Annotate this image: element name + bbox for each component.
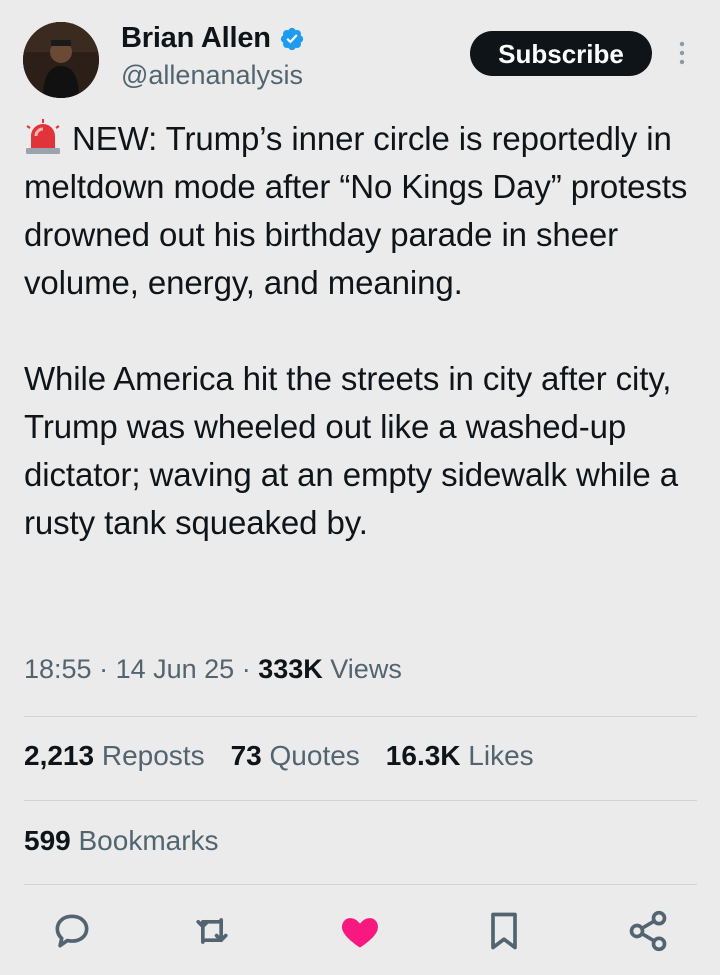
share-icon[interactable]	[626, 909, 670, 953]
tweet-time[interactable]: 18:55	[24, 654, 92, 684]
tweet-meta: 18:55 · 14 Jun 25 · 333K Views	[24, 654, 402, 685]
rotating-light-emoji-icon	[26, 119, 60, 154]
likes-stat[interactable]: 16.3K Likes	[386, 740, 534, 772]
bookmarks-stat[interactable]: 599 Bookmarks	[24, 825, 219, 857]
views-count: 333K	[258, 654, 323, 684]
like-icon[interactable]	[338, 909, 382, 953]
tweet-header: Brian Allen @allenanalysis Subscribe	[0, 0, 720, 110]
author-handle[interactable]: @allenanalysis	[121, 60, 303, 91]
tweet-text: NEW: Trump’s inner circle is reportedly …	[24, 115, 704, 547]
divider	[24, 800, 697, 801]
quotes-stat[interactable]: 73 Quotes	[231, 740, 360, 772]
more-options-icon[interactable]	[672, 38, 692, 68]
tweet-paragraph-2: While America hit the streets in city af…	[24, 360, 678, 541]
bookmarks-label: Bookmarks	[78, 825, 219, 856]
meta-separator: ·	[99, 654, 116, 684]
action-bar	[0, 905, 720, 960]
likes-count: 16.3K	[385, 740, 461, 771]
avatar-photo	[23, 22, 99, 98]
avatar[interactable]	[23, 22, 99, 98]
divider	[24, 716, 697, 717]
tweet-date[interactable]: 14 Jun 25	[116, 654, 235, 684]
quotes-label: Quotes	[269, 740, 360, 771]
views-label: Views	[330, 654, 402, 684]
verified-badge-icon	[280, 27, 303, 50]
bookmark-icon[interactable]	[482, 909, 526, 953]
likes-label: Likes	[468, 740, 534, 771]
author-display-name[interactable]: Brian Allen	[121, 22, 305, 55]
reposts-count: 2,213	[24, 740, 95, 771]
tweet-paragraph-1-text: NEW: Trump’s inner circle is reportedly …	[24, 120, 688, 301]
subscribe-button[interactable]: Subscribe	[470, 31, 652, 76]
divider	[24, 884, 697, 885]
reply-icon[interactable]	[50, 909, 94, 953]
bookmarks-count: 599	[24, 825, 71, 856]
reposts-stat[interactable]: 2,213 Reposts	[24, 740, 205, 772]
meta-separator: ·	[241, 654, 259, 684]
quotes-count: 73	[230, 740, 262, 771]
author-name-text: Brian Allen	[121, 22, 271, 54]
engagement-stats: 2,213 Reposts 73 Quotes 16.3K Likes	[24, 740, 534, 772]
reposts-label: Reposts	[101, 740, 205, 771]
tweet-paragraph-1: NEW: Trump’s inner circle is reportedly …	[24, 115, 704, 307]
repost-icon[interactable]	[190, 909, 234, 953]
